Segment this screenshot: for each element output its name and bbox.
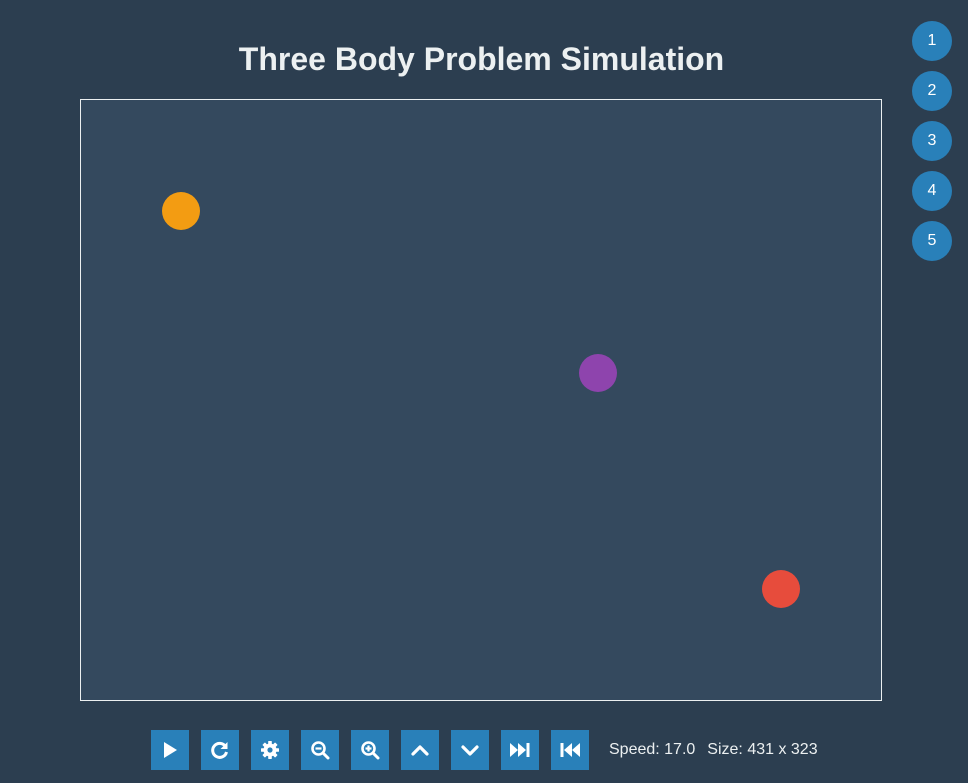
body-purple	[579, 354, 617, 392]
zoom-out-button[interactable]	[301, 730, 339, 770]
rewind-icon	[560, 743, 580, 757]
chevron-down-icon	[461, 745, 479, 756]
fast-forward-icon	[510, 743, 530, 757]
play-icon	[164, 742, 177, 758]
zoom-out-icon	[311, 741, 330, 760]
app-page: Three Body Problem Simulation 1 2 3 4 5	[0, 0, 968, 783]
fast-forward-button[interactable]	[501, 730, 539, 770]
size-readout: Size: 431 x 323	[707, 741, 818, 758]
preset-button-5[interactable]: 5	[912, 221, 952, 261]
play-button[interactable]	[151, 730, 189, 770]
preset-button-1[interactable]: 1	[912, 21, 952, 61]
preset-button-4[interactable]: 4	[912, 171, 952, 211]
preset-button-2[interactable]: 2	[912, 71, 952, 111]
body-orange	[162, 192, 200, 230]
reset-icon	[211, 741, 228, 759]
zoom-in-button[interactable]	[351, 730, 389, 770]
simulation-canvas[interactable]	[80, 99, 882, 701]
preset-button-3[interactable]: 3	[912, 121, 952, 161]
speed-down-button[interactable]	[451, 730, 489, 770]
reset-button[interactable]	[201, 730, 239, 770]
preset-list: 1 2 3 4 5	[912, 21, 952, 271]
page-title: Three Body Problem Simulation	[238, 41, 725, 77]
speed-readout: Speed: 17.0	[609, 741, 696, 758]
settings-button[interactable]	[251, 730, 289, 770]
chevron-up-icon	[411, 745, 429, 756]
rewind-button[interactable]	[551, 730, 589, 770]
control-bar: Speed: 17.0 Size: 431 x 323	[151, 730, 818, 770]
gear-icon	[261, 741, 279, 759]
speed-up-button[interactable]	[401, 730, 439, 770]
status-readout: Speed: 17.0 Size: 431 x 323	[609, 741, 818, 759]
body-red	[762, 570, 800, 608]
zoom-in-icon	[361, 741, 380, 760]
